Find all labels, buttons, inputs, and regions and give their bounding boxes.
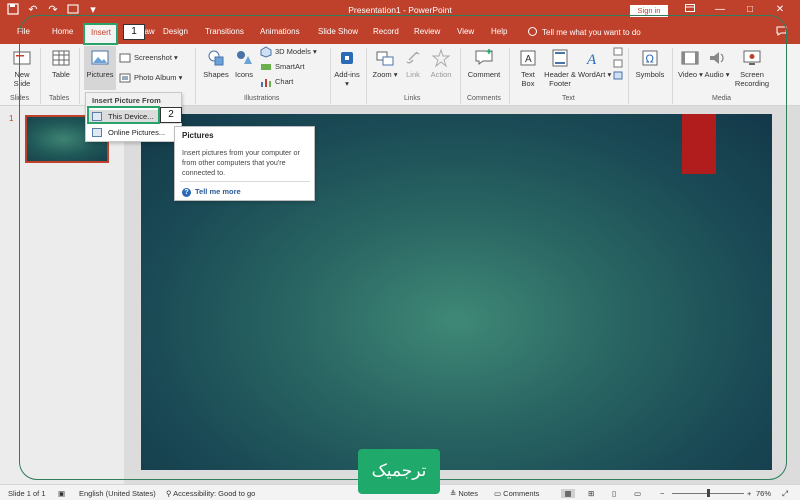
reading-view-icon[interactable]: ▯ — [612, 489, 616, 498]
normal-view-icon[interactable]: ▦ — [561, 489, 575, 498]
step-badge-2: 2 — [160, 107, 182, 123]
zoom-slider-thumb[interactable] — [707, 489, 711, 497]
zoom-out-icon[interactable]: − — [660, 489, 664, 498]
this-device-highlight — [87, 106, 160, 124]
zoom-in-icon[interactable]: + — [747, 489, 751, 498]
slide-show-icon[interactable]: ▭ — [634, 489, 641, 498]
zoom-level[interactable]: 76% — [756, 489, 771, 498]
slide-info: Slide 1 of 1 — [8, 489, 46, 498]
comments-label: Comments — [503, 489, 540, 498]
screenshot-frame-outline — [19, 15, 787, 480]
document-title: Presentation1 - PowerPoint — [348, 5, 452, 15]
language-status[interactable]: English (United States) — [79, 489, 156, 498]
step-badge-1: 1 — [123, 24, 145, 40]
comments-button[interactable]: ▭ Comments — [494, 489, 539, 498]
spelling-check-icon[interactable]: ▣ — [58, 489, 65, 498]
accessibility-label: Accessibility: Good to go — [173, 489, 256, 498]
slide-number: 1 — [9, 114, 14, 123]
accessibility-status[interactable]: ⚲ Accessibility: Good to go — [166, 489, 255, 498]
notes-button[interactable]: ≜ Notes — [450, 489, 478, 498]
notes-label: Notes — [458, 489, 478, 498]
tarjomic-logo: ترجمیک — [358, 449, 440, 494]
slide-sorter-icon[interactable]: ⊞ — [588, 489, 594, 498]
insert-tab-highlight — [83, 23, 118, 45]
fit-to-window-icon[interactable]: ⤢ — [782, 489, 788, 499]
